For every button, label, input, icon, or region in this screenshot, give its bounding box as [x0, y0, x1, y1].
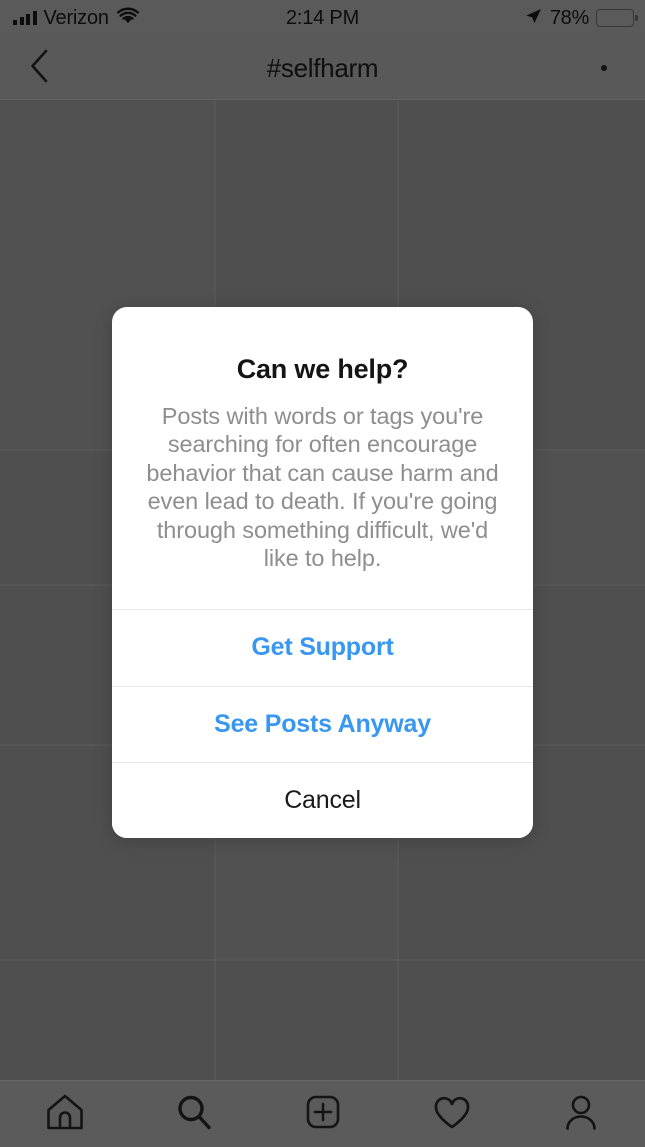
cancel-button[interactable]: Cancel [112, 761, 533, 838]
dialog-message: Posts with words or tags you're searchin… [146, 403, 499, 572]
phone-screen: Verizon 2:14 PM 78% #selfharm Can we hel… [0, 0, 645, 1147]
dialog-body: Can we help? Posts with words or tags yo… [112, 307, 533, 609]
dialog-actions: Get Support See Posts Anyway Cancel [112, 608, 533, 838]
get-support-button[interactable]: Get Support [112, 609, 533, 686]
see-posts-anyway-button[interactable]: See Posts Anyway [112, 685, 533, 762]
sensitive-content-dialog: Can we help? Posts with words or tags yo… [112, 307, 533, 838]
dialog-title: Can we help? [236, 354, 409, 384]
